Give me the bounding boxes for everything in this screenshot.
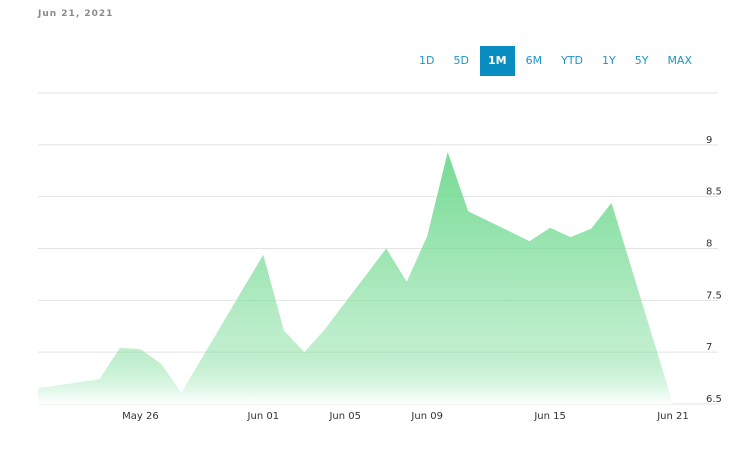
x-tick-label: Jun 05 [328, 411, 361, 422]
x-tick-label: Jun 01 [247, 411, 280, 422]
price-area [38, 152, 673, 404]
y-tick-label: 9 [706, 135, 712, 146]
x-tick-label: Jun 09 [410, 411, 443, 422]
x-tick-label: May 26 [122, 411, 159, 422]
price-chart: 9 8.5 8 7.5 7 6.5 May 26 Jun 01 Jun 05 Jun 09 Jun … [38, 92, 722, 422]
y-tick-label: 6.5 [706, 394, 722, 405]
y-tick-label: 7.5 [706, 290, 722, 301]
y-tick-label: 8 [706, 239, 712, 250]
x-tick-label: Jun 15 [533, 411, 566, 422]
x-tick-label: Jun 21 [656, 411, 689, 422]
y-tick-label: 8.5 [706, 187, 722, 198]
y-tick-label: 7 [706, 342, 712, 353]
